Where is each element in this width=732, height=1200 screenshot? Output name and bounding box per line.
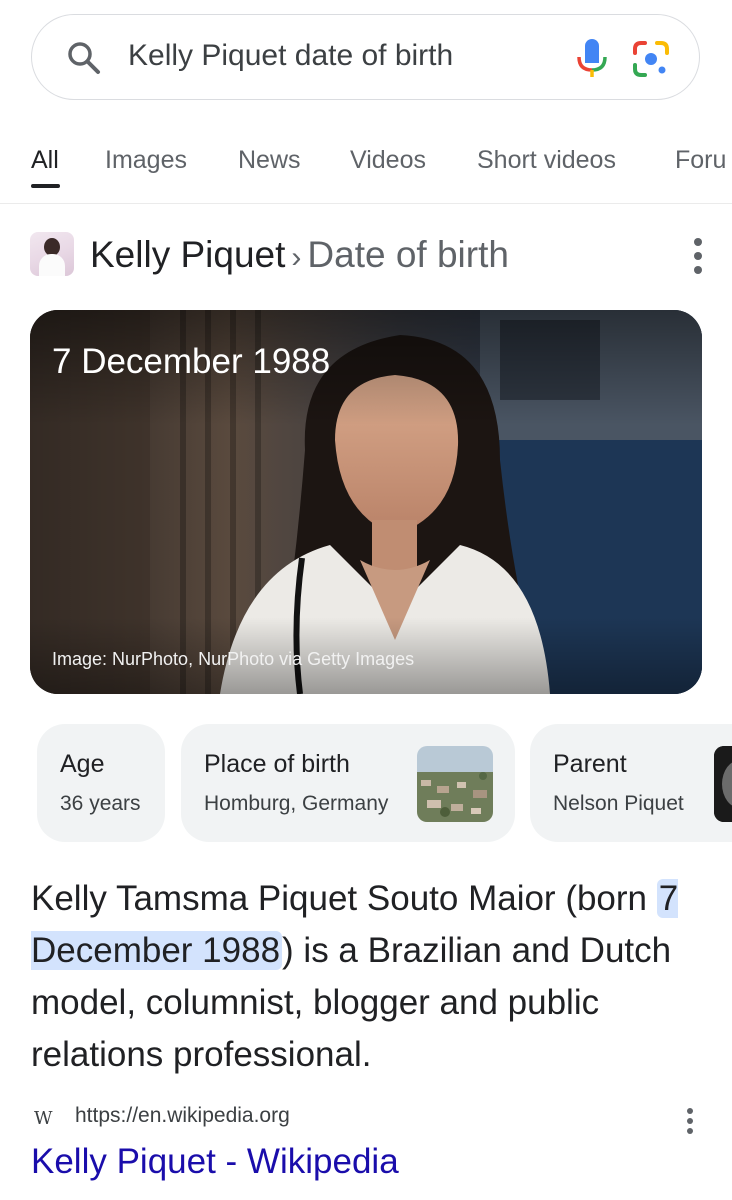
search-tabs: All Images News Videos Short videos Foru xyxy=(0,140,732,200)
chip-parent[interactable]: Parent Nelson Piquet xyxy=(530,724,732,842)
entity-description: Kelly Tamsma Piquet Souto Maior (born 7 … xyxy=(31,873,711,1081)
more-options-icon[interactable] xyxy=(686,236,710,276)
tabs-divider xyxy=(0,203,732,204)
tab-images[interactable]: Images xyxy=(105,146,187,175)
microphone-icon[interactable] xyxy=(575,37,609,79)
more-options-icon[interactable] xyxy=(684,1106,698,1136)
wikipedia-icon: W xyxy=(34,1108,53,1129)
google-lens-icon[interactable] xyxy=(632,40,670,78)
parent-thumbnail xyxy=(714,746,732,822)
entity-attribute: Date of birth xyxy=(307,234,509,275)
chip-value: 36 years xyxy=(60,792,141,815)
birth-date-heading: 7 December 1988 xyxy=(52,342,331,381)
search-input[interactable]: Kelly Piquet date of birth xyxy=(128,39,453,73)
tab-news[interactable]: News xyxy=(238,146,301,175)
entity-breadcrumb[interactable]: Kelly Piquet › Date of birth xyxy=(90,234,509,276)
chip-label: Place of birth xyxy=(204,750,350,778)
chip-value: Nelson Piquet xyxy=(553,792,684,815)
tab-short-videos[interactable]: Short videos xyxy=(477,146,616,175)
entity-name[interactable]: Kelly Piquet xyxy=(90,234,285,275)
hero-image[interactable]: 7 December 1988 Image: NurPhoto, NurPhot… xyxy=(30,310,702,694)
chip-value: Homburg, Germany xyxy=(204,792,389,815)
result-title-link[interactable]: Kelly Piquet - Wikipedia xyxy=(31,1142,399,1182)
entity-thumbnail[interactable] xyxy=(30,232,74,276)
breadcrumb-separator: › xyxy=(291,241,302,274)
place-thumbnail xyxy=(417,746,493,822)
tab-all[interactable]: All xyxy=(31,146,59,175)
source-url[interactable]: https://en.wikipedia.org xyxy=(75,1104,290,1128)
chip-age[interactable]: Age 36 years xyxy=(37,724,165,842)
search-bar[interactable]: Kelly Piquet date of birth xyxy=(31,14,700,100)
chip-place-of-birth[interactable]: Place of birth Homburg, Germany xyxy=(181,724,515,842)
chip-label: Parent xyxy=(553,750,627,778)
image-credit: Image: NurPhoto, NurPhoto via Getty Imag… xyxy=(52,649,415,669)
search-icon[interactable] xyxy=(66,40,102,76)
tab-forums[interactable]: Foru xyxy=(675,146,726,175)
chip-label: Age xyxy=(60,750,105,778)
tab-videos[interactable]: Videos xyxy=(350,146,426,175)
active-tab-indicator xyxy=(31,184,60,188)
description-text: Kelly Tamsma Piquet Souto Maior (born xyxy=(31,879,657,918)
